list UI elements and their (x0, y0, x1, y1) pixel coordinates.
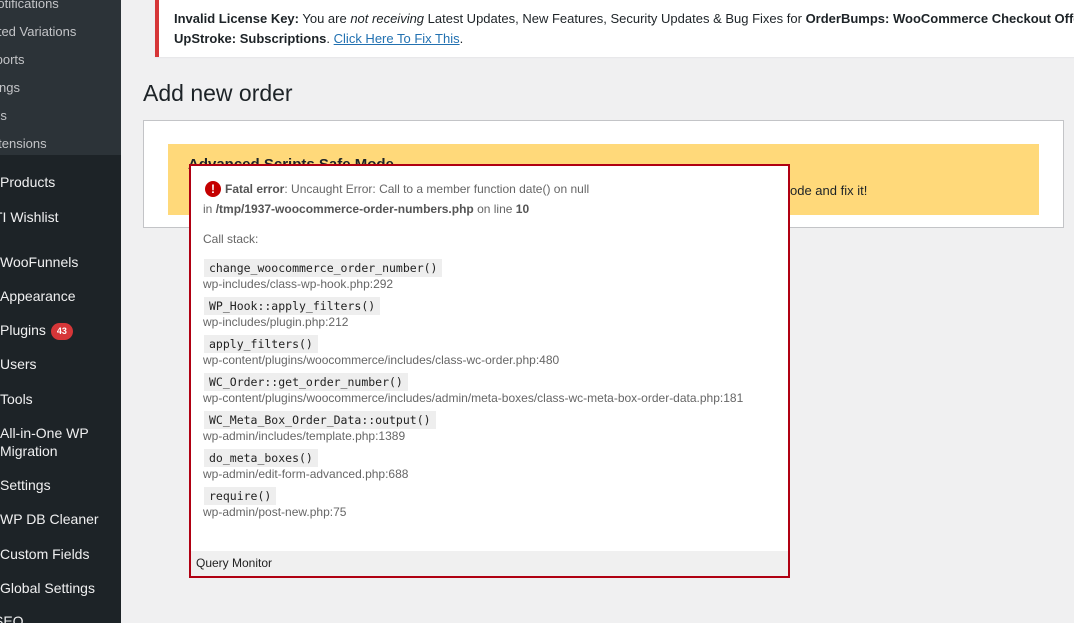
menu-label: All-in-One WP (0, 425, 89, 441)
error-line-number: 10 (515, 202, 530, 216)
call-stack-frame: require() wp-admin/post-new.php:75 (203, 487, 778, 519)
fatal-error-label: Fatal error (225, 182, 285, 196)
notice-text: Latest Updates, New Features, Security U… (424, 11, 806, 26)
license-error-notice: Invalid License Key: You are not receivi… (155, 0, 1074, 57)
frame-function: WC_Order::get_order_number() (204, 373, 408, 391)
woocommerce-submenu: Notifications Limited Variations Reports… (0, 0, 121, 155)
plugins-update-count-badge: 43 (50, 323, 73, 340)
menu-item-all-in-one-wp-migration[interactable]: All-in-One WP Migration (0, 424, 89, 460)
frame-path: wp-includes/plugin.php:212 (203, 315, 349, 329)
call-stack-frame: WP_Hook::apply_filters() wp-includes/plug… (203, 297, 778, 329)
frame-path: wp-admin/includes/template.php:1389 (203, 429, 406, 443)
admin-sidebar: Notifications Limited Variations Reports… (0, 0, 121, 623)
menu-label: Products (0, 174, 56, 190)
notice-text: . (459, 31, 464, 46)
menu-item-tools[interactable]: Tools (0, 390, 33, 408)
notice-text: You are (299, 11, 351, 26)
submenu-item-reports[interactable]: Reports (0, 46, 121, 74)
frame-function: change_woocommerce_order_number() (204, 259, 443, 277)
frame-function: do_meta_boxes() (204, 449, 318, 467)
menu-item-wp-db-cleaner[interactable]: WP DB Cleaner (0, 510, 99, 528)
in-text: in (203, 202, 216, 216)
menu-item-products[interactable]: Products (0, 173, 55, 191)
call-stack-label: Call stack: (203, 232, 259, 246)
frame-function: require() (204, 487, 277, 505)
menu-label: Tools (0, 391, 33, 407)
menu-label-line2: Migration (0, 443, 58, 459)
menu-item-ti-wishlist[interactable]: TI Wishlist (0, 208, 59, 226)
call-stack-list: change_woocommerce_order_number() wp-incl… (203, 259, 778, 519)
submenu-item-extensions[interactable]: Extensions (0, 130, 121, 158)
notice-prefix: Invalid License Key: (174, 11, 299, 26)
menu-item-plugins[interactable]: Plugins 43 (0, 321, 73, 340)
frame-path: wp-admin/edit-form-advanced.php:688 (203, 467, 409, 481)
menu-item-users[interactable]: Users (0, 355, 37, 373)
menu-label: Global Settings (0, 580, 95, 596)
on-line-text: on line (473, 202, 516, 216)
menu-label: Appearance (0, 288, 76, 304)
menu-item-appearance[interactable]: Appearance (0, 287, 76, 305)
menu-label: WP DB Cleaner (0, 511, 99, 527)
notice-product: OrderBumps: WooCommerce Checkout Offers (805, 11, 1074, 26)
notice-product: UpStroke: Subscriptions (174, 31, 327, 46)
frame-function: WC_Meta_Box_Order_Data::output() (204, 411, 436, 429)
menu-item-settings[interactable]: Settings (0, 476, 51, 494)
call-stack-frame: change_woocommerce_order_number() wp-incl… (203, 259, 778, 291)
call-stack-frame: WC_Order::get_order_number() wp-content/p… (203, 373, 778, 405)
menu-label: WooFunnels (0, 254, 79, 270)
submenu-item-limited-variations[interactable]: Limited Variations (0, 18, 121, 46)
frame-function: apply_filters() (204, 335, 318, 353)
menu-item-global-settings[interactable]: Global Settings (0, 579, 95, 597)
frame-path: wp-admin/post-new.php:75 (203, 505, 347, 519)
error-file-line: in /tmp/1937-woocommerce-order-numbers.p… (203, 200, 778, 218)
call-stack-frame: do_meta_boxes() wp-admin/edit-form-advanc… (203, 449, 778, 481)
menu-label: Settings (0, 477, 51, 493)
notice-text: . (326, 31, 334, 46)
error-icon: ! (205, 181, 221, 197)
page-title: Add new order (143, 80, 293, 106)
menu-item-custom-fields[interactable]: Custom Fields (0, 545, 89, 563)
frame-path: wp-content/plugins/woocommerce/includes/… (203, 391, 744, 405)
fix-license-link[interactable]: Click Here To Fix This (334, 31, 460, 46)
frame-path: wp-content/plugins/woocommerce/includes/… (203, 353, 560, 367)
menu-label: TI Wishlist (0, 209, 59, 225)
menu-label: SEO (0, 613, 24, 623)
submenu-item-settings[interactable]: Settings (0, 74, 121, 102)
submenu-item-notifications[interactable]: Notifications (0, 0, 121, 18)
query-monitor-footer: Query Monitor (191, 551, 788, 576)
notice-emphasis: not receiving (350, 11, 425, 26)
submenu-item-status[interactable]: Status (0, 102, 121, 130)
frame-path: wp-includes/class-wp-hook.php:292 (203, 277, 394, 291)
menu-item-seo[interactable]: SEO (0, 612, 24, 623)
call-stack-frame: WC_Meta_Box_Order_Data::output() wp-admin… (203, 411, 778, 443)
fatal-error-line: ! Fatal error: Uncaught Error: Call to a … (203, 180, 778, 198)
call-stack-frame: apply_filters() wp-content/plugins/woocom… (203, 335, 778, 367)
menu-label: Users (0, 356, 37, 372)
error-file: /tmp/1937-woocommerce-order-numbers.php (215, 202, 474, 216)
frame-function: WP_Hook::apply_filters() (204, 297, 381, 315)
menu-label: Custom Fields (0, 546, 90, 562)
fatal-error-message: : Uncaught Error: Call to a member funct… (284, 182, 590, 196)
safe-mode-notice-text: ode and fix it! (790, 183, 868, 198)
query-monitor-error-panel: ! Fatal error: Uncaught Error: Call to a … (189, 164, 790, 578)
menu-item-woofunnels[interactable]: WooFunnels (0, 253, 78, 271)
menu-label: Plugins (0, 322, 46, 338)
